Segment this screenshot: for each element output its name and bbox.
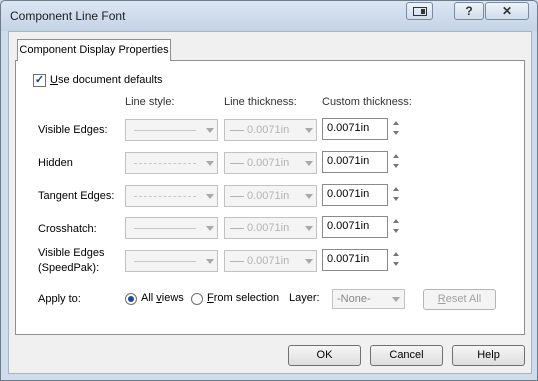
window-menu-button[interactable] [406, 2, 433, 20]
from-selection-label[interactable]: From selection [207, 292, 279, 304]
chevron-down-icon [206, 161, 214, 166]
spin-arrows-tangent-edges[interactable] [392, 184, 402, 206]
row-label-tangent-edges: Tangent Edges: [38, 190, 115, 202]
thickness-value: 0.0071in [247, 222, 290, 234]
chevron-down-icon [305, 259, 313, 264]
spin-arrows-visible-edges[interactable] [392, 118, 402, 140]
chevron-down-icon [305, 226, 313, 231]
thickness-value: 0.0071in [247, 124, 290, 136]
line-thickness-hidden[interactable]: 0.0071in [224, 152, 317, 174]
chevron-down-icon [206, 226, 214, 231]
custom-thickness-hidden[interactable]: 0.0071in [322, 151, 388, 173]
line-style-hidden[interactable] [125, 152, 218, 174]
layer-select[interactable]: -None- [332, 289, 405, 309]
spin-arrows-speedpak[interactable] [392, 249, 402, 271]
window-title: Component Line Font [10, 9, 126, 23]
line-style-speedpak[interactable] [125, 250, 218, 272]
line-thickness-visible-edges[interactable]: 0.0071in [224, 119, 317, 141]
spin-arrows-hidden[interactable] [392, 151, 402, 173]
all-views-label[interactable]: All views [141, 292, 184, 304]
custom-thickness-tangent-edges[interactable]: 0.0071in [322, 184, 388, 206]
header-line-style: Line style: [125, 96, 175, 108]
help-title-button[interactable]: ? [454, 2, 484, 20]
thickness-value: 0.0071in [247, 157, 290, 169]
tab-component-display-properties[interactable]: Component Display Properties [17, 39, 171, 61]
reset-label-rest: eset All [445, 293, 482, 305]
chevron-down-icon [206, 259, 214, 264]
apply-to-label: Apply to: [38, 293, 81, 305]
from-selection-mnemonic: F [207, 292, 214, 304]
thickness-line-icon [230, 227, 244, 229]
thickness-line-icon [230, 129, 244, 131]
thickness-line-icon [230, 260, 244, 262]
line-style-solid-preview [134, 228, 196, 229]
spin-up-icon[interactable] [393, 219, 399, 223]
layer-value: -None- [337, 293, 371, 305]
line-style-tangent-edges[interactable] [125, 185, 218, 207]
ok-button[interactable]: OK [288, 345, 361, 366]
spin-up-icon[interactable] [393, 121, 399, 125]
all-views-pre: All [141, 292, 157, 304]
all-views-post: iews [161, 292, 184, 304]
use-defaults-label-rest: se document defaults [57, 74, 163, 86]
spin-down-icon[interactable] [393, 262, 399, 266]
chevron-down-icon [305, 161, 313, 166]
chevron-down-icon [206, 194, 214, 199]
thickness-line-icon [230, 195, 244, 197]
thickness-line-icon [230, 162, 244, 164]
use-defaults-label[interactable]: Use document defaults [50, 74, 163, 86]
custom-thickness-visible-edges[interactable]: 0.0071in [322, 118, 388, 140]
chevron-down-icon [206, 128, 214, 133]
line-style-solid-preview [134, 130, 196, 131]
row-label-crosshatch: Crosshatch: [38, 223, 97, 235]
row-label-visible-edges: Visible Edges: [38, 124, 108, 136]
line-style-dashed-preview [134, 163, 196, 164]
line-style-longdash-preview [134, 196, 196, 197]
layer-label: Layer: [289, 292, 320, 304]
use-defaults-mnemonic: U [50, 74, 58, 86]
chevron-down-icon [305, 128, 313, 133]
line-thickness-speedpak[interactable]: 0.0071in [224, 250, 317, 272]
from-selection-label-rest: rom selection [213, 292, 280, 304]
line-thickness-crosshatch[interactable]: 0.0071in [224, 217, 317, 239]
window-menu-icon [412, 7, 427, 16]
spin-up-icon[interactable] [393, 252, 399, 256]
header-line-thickness: Line thickness: [224, 96, 297, 108]
chevron-down-icon [305, 194, 313, 199]
chevron-down-icon [392, 297, 400, 302]
spin-down-icon[interactable] [393, 229, 399, 233]
line-style-visible-edges[interactable] [125, 119, 218, 141]
row-label-hidden: Hidden [38, 157, 73, 169]
close-button[interactable]: ✕ [485, 2, 529, 20]
use-defaults-checkbox[interactable]: ✓ [33, 74, 46, 87]
reset-mnemonic: R [437, 293, 446, 305]
all-views-radio[interactable] [125, 293, 137, 305]
header-custom-thickness: Custom thickness: [322, 96, 412, 108]
properties-panel: ✓ Use document defaults Line style: Line… [15, 60, 525, 335]
spin-up-icon[interactable] [393, 154, 399, 158]
line-style-solid-preview [134, 261, 196, 262]
dialog-window: Component Line Font ? ✕ Component Displa… [0, 0, 538, 381]
spin-down-icon[interactable] [393, 197, 399, 201]
line-thickness-tangent-edges[interactable]: 0.0071in [224, 185, 317, 207]
thickness-value: 0.0071in [247, 190, 290, 202]
thickness-value: 0.0071in [247, 255, 290, 267]
help-button[interactable]: Help [452, 345, 525, 366]
line-style-crosshatch[interactable] [125, 217, 218, 239]
custom-thickness-crosshatch[interactable]: 0.0071in [322, 216, 388, 238]
spin-arrows-crosshatch[interactable] [392, 216, 402, 238]
dialog-client: Component Display Properties ✓ Use docum… [8, 31, 532, 374]
custom-thickness-speedpak[interactable]: 0.0071in [322, 249, 388, 271]
from-selection-radio[interactable] [191, 293, 203, 305]
cancel-button[interactable]: Cancel [370, 345, 443, 366]
row-label-speedpak-line2: (SpeedPak): [38, 262, 100, 274]
row-label-speedpak-line1: Visible Edges [38, 247, 105, 259]
title-bar: Component Line Font ? ✕ [1, 1, 537, 31]
spin-up-icon[interactable] [393, 187, 399, 191]
spin-down-icon[interactable] [393, 164, 399, 168]
reset-all-button[interactable]: Reset All [423, 289, 496, 310]
spin-down-icon[interactable] [393, 131, 399, 135]
